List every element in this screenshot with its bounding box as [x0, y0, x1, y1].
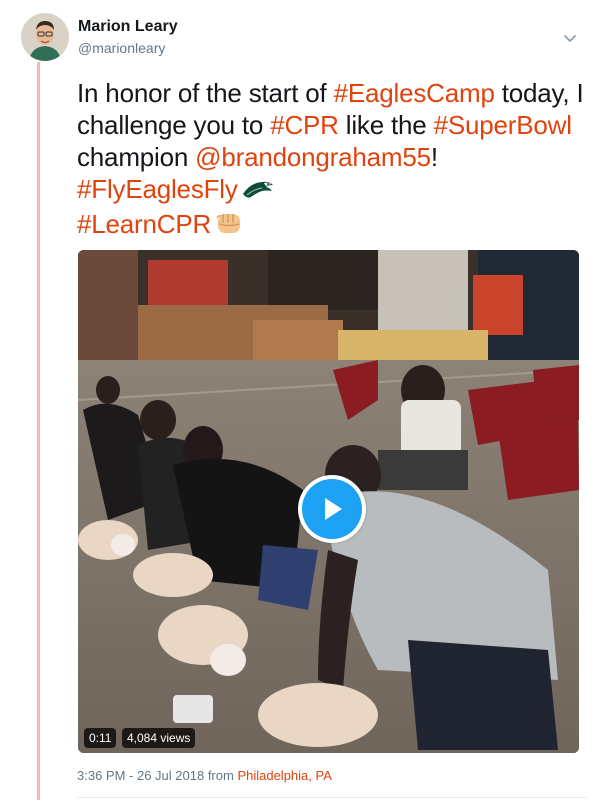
play-button[interactable] — [298, 475, 366, 543]
play-icon — [302, 479, 362, 539]
hashtag-cpr-link[interactable]: #CPR — [270, 110, 339, 140]
avatar[interactable] — [21, 13, 69, 61]
eagle-icon — [242, 176, 274, 208]
video-duration-badge: 0:11 — [84, 728, 117, 748]
video-views-badge: 4,084 views — [122, 728, 196, 748]
tweet-text: In honor of the start of #EaglesCamp tod… — [77, 77, 587, 243]
hashtag-superbowl-link[interactable]: #SuperBowl — [434, 110, 572, 140]
hashtag-flyeaglesfly-link[interactable]: #FlyEaglesFly — [77, 174, 238, 204]
fist-bump-icon — [215, 210, 243, 243]
tweet-metadata: 3:36 PM - 26 Jul 2018 from Philadelphia,… — [77, 768, 332, 783]
from-label: from — [204, 768, 238, 783]
tweet-timestamp[interactable]: 3:36 PM - 26 Jul 2018 — [77, 768, 204, 783]
tweet-text-segment: champion — [77, 142, 196, 172]
thread-connector-line — [37, 62, 40, 800]
hashtag-learncpr-link[interactable]: #LearnCPR — [77, 209, 211, 239]
hashtag-eaglescamp-link[interactable]: #EaglesCamp — [334, 78, 495, 108]
author-handle[interactable]: @marionleary — [78, 39, 165, 57]
chevron-down-icon[interactable] — [559, 28, 581, 50]
tweet-text-segment: like the — [338, 110, 434, 140]
tweet-text-segment: In honor of the start of — [77, 78, 334, 108]
author-name[interactable]: Marion Leary — [78, 17, 178, 37]
video-player[interactable]: 0:11 4,084 views — [78, 250, 579, 753]
mention-brandongraham55-link[interactable]: @brandongraham55 — [195, 142, 431, 172]
tweet-text-segment: ! — [430, 142, 438, 172]
divider — [77, 797, 587, 798]
location-link[interactable]: Philadelphia, PA — [237, 768, 331, 783]
